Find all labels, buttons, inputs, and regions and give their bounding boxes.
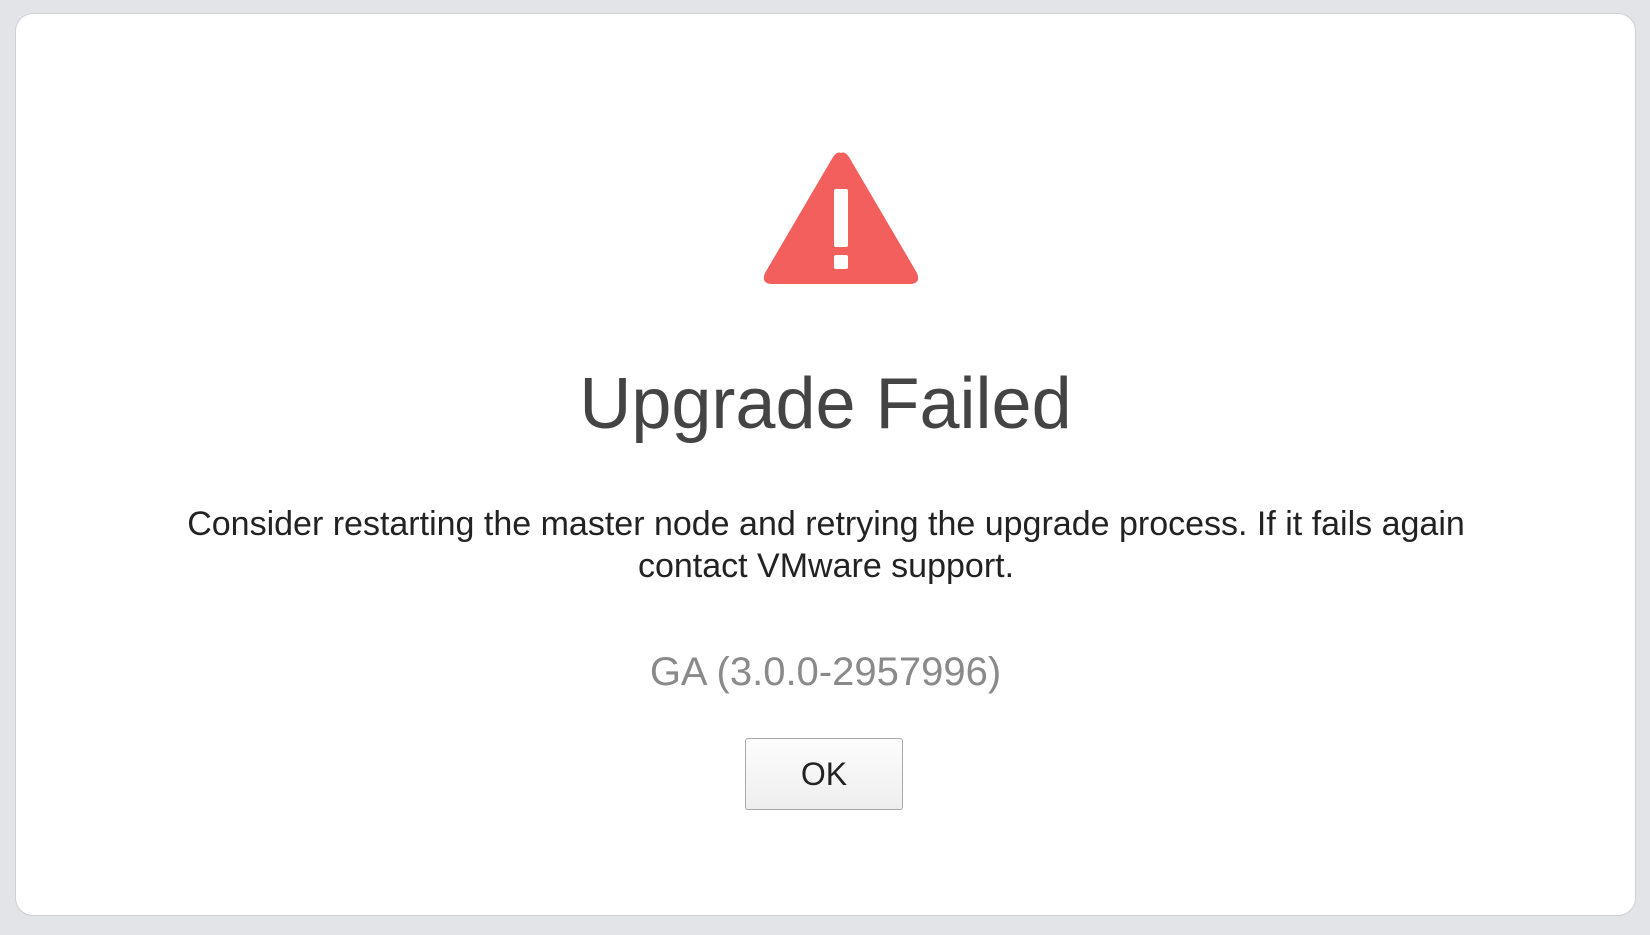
warning-triangle-icon xyxy=(763,152,919,284)
ok-button[interactable]: OK xyxy=(745,738,903,810)
dialog-title: Upgrade Failed xyxy=(579,364,1072,444)
upgrade-failed-dialog: Upgrade Failed Consider restarting the m… xyxy=(15,13,1636,916)
dialog-message: Consider restarting the master node and … xyxy=(187,505,1465,585)
version-label: GA (3.0.0-2957996) xyxy=(649,650,1002,694)
